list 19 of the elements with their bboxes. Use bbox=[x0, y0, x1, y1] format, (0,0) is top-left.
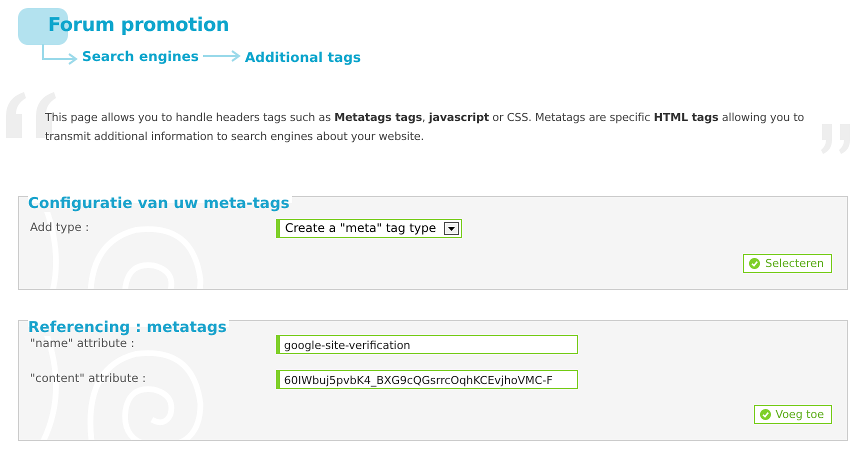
arrow-icon bbox=[202, 50, 241, 62]
section-title: Referencing : metatags bbox=[28, 318, 229, 336]
page-title: Forum promotion bbox=[48, 14, 230, 36]
check-icon bbox=[749, 258, 760, 269]
field-label: Add type : bbox=[30, 219, 90, 234]
submit-button[interactable]: Selecteren bbox=[743, 254, 832, 273]
section-title: Configuratie van uw meta-tags bbox=[28, 194, 292, 212]
submit-button[interactable]: Voeg toe bbox=[754, 405, 832, 424]
text-field[interactable]: 60IWbuj5pvbK4_BXG9cQGsrrcOqhKCEvjhoVMC-F bbox=[276, 370, 578, 389]
field-label: "content" attribute : bbox=[30, 370, 147, 385]
text-field[interactable]: google-site-verification bbox=[276, 335, 578, 354]
type-dropdown[interactable]: Create a "meta" tag type bbox=[276, 219, 462, 238]
caret-icon bbox=[444, 222, 460, 235]
intro-paragraph: This page allows you to handle headers tags such as Metatags tags, javascript or CSS. Metatags are specific HTML tags allowing you to transmit additional information to search engines about your website. bbox=[45, 110, 806, 145]
check-icon bbox=[760, 409, 771, 420]
breadcrumb-link[interactable]: Search engines bbox=[82, 49, 199, 65]
breadcrumb-link[interactable]: Additional tags bbox=[244, 50, 361, 66]
field-label: "name" attribute : bbox=[30, 336, 136, 350]
arrow-icon bbox=[42, 44, 78, 65]
